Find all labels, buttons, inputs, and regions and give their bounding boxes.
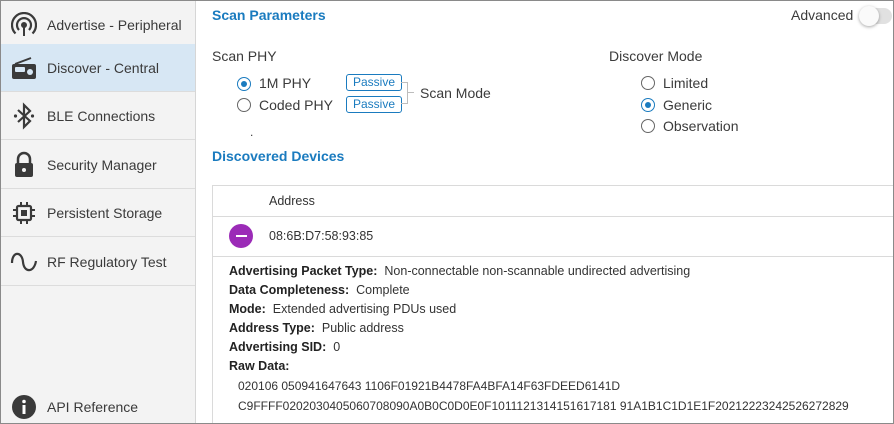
detail-value: Non-connectable non-scannable undirected… [384, 264, 691, 278]
table-row[interactable]: 08:6B:D7:58:93:85 [213, 217, 893, 257]
app-window: Advertise - Peripheral Discover - Centra… [0, 0, 894, 424]
sidebar-item-label: RF Regulatory Test [47, 253, 167, 270]
detail-key: Advertising Packet Type: [229, 264, 378, 278]
advanced-toggle[interactable] [859, 6, 892, 26]
radio-observation-label[interactable]: Observation [663, 118, 738, 134]
radio-generic[interactable] [641, 98, 655, 112]
detail-data-completeness: Data Completeness: Complete [229, 283, 410, 297]
discovered-devices-title: Discovered Devices [212, 148, 345, 164]
raw-data-line-1: 020106 050941647643 1106F01921B4478FA4BF… [238, 379, 621, 393]
sidebar-item-label: API Reference [47, 399, 139, 415]
sidebar-item-label: Advertise - Peripheral [47, 16, 182, 33]
detail-key: Data Completeness: [229, 283, 350, 297]
dot-mark: . [250, 125, 254, 139]
sidebar-item-discover-central[interactable]: Discover - Central [1, 44, 195, 92]
device-address: 08:6B:D7:58:93:85 [269, 229, 374, 243]
radio-1m-phy[interactable] [237, 77, 251, 91]
scan-mode-connector [408, 92, 414, 93]
discover-mode-label: Discover Mode [609, 48, 703, 64]
sidebar-item-label: Persistent Storage [47, 204, 163, 221]
chip-icon [1, 189, 47, 237]
minus-icon [235, 235, 247, 237]
detail-packet-type: Advertising Packet Type: Non-connectable… [229, 264, 690, 278]
main-panel: Scan Parameters Advanced Scan PHY 1M PHY… [197, 1, 893, 423]
detail-value: 0 [333, 340, 341, 354]
scan-mode-label: Scan Mode [420, 85, 491, 101]
passive-badge-coded: Passive [346, 96, 403, 113]
detail-raw-data-label: Raw Data: [229, 359, 289, 373]
radio-limited[interactable] [641, 76, 655, 90]
sidebar-item-label: BLE Connections [47, 107, 156, 124]
radio-coded-phy-label[interactable]: Coded PHY [259, 97, 333, 113]
sidebar-item-rf-regulatory-test[interactable]: RF Regulatory Test [1, 238, 195, 286]
passive-badge-1m: Passive [346, 74, 403, 91]
detail-advertising-sid: Advertising SID: 0 [229, 340, 340, 354]
detail-key: Mode: [229, 302, 266, 316]
address-column-header: Address [269, 194, 315, 208]
radio-limited-label[interactable]: Limited [663, 75, 708, 91]
sidebar-item-api-reference[interactable]: API Reference [1, 387, 195, 423]
detail-key: Advertising SID: [229, 340, 327, 354]
detail-key: Raw Data: [229, 359, 290, 373]
radio-coded-phy[interactable] [237, 98, 251, 112]
scan-phy-label: Scan PHY [212, 48, 277, 64]
sidebar-item-persistent-storage[interactable]: Persistent Storage [1, 189, 195, 237]
detail-value: Public address [321, 321, 404, 335]
toggle-knob [859, 6, 879, 26]
detail-value: Complete [356, 283, 410, 297]
info-icon [1, 383, 47, 423]
sine-wave-icon [1, 238, 47, 286]
radio-observation[interactable] [641, 119, 655, 133]
sidebar-item-advertise-peripheral[interactable]: Advertise - Peripheral [1, 1, 195, 49]
collapse-row-button[interactable] [229, 224, 253, 248]
devices-table: Address 08:6B:D7:58:93:85 Advertising Pa… [212, 185, 893, 423]
bluetooth-icon [1, 92, 47, 140]
sidebar: Advertise - Peripheral Discover - Centra… [1, 1, 196, 423]
sidebar-item-label: Security Manager [47, 156, 157, 173]
sidebar-item-label: Discover - Central [47, 59, 160, 76]
sidebar-item-security-manager[interactable]: Security Manager [1, 141, 195, 189]
scan-parameters-title: Scan Parameters [212, 7, 326, 23]
detail-key: Address Type: [229, 321, 315, 335]
detail-mode: Mode: Extended advertising PDUs used [229, 302, 456, 316]
scan-mode-bracket [401, 82, 408, 104]
table-header: Address [213, 186, 893, 217]
radio-generic-label[interactable]: Generic [663, 97, 712, 113]
detail-value: Extended advertising PDUs used [272, 302, 457, 316]
radio-device-icon [1, 44, 47, 92]
detail-address-type: Address Type: Public address [229, 321, 404, 335]
broadcast-icon [1, 1, 47, 49]
radio-1m-phy-label[interactable]: 1M PHY [259, 75, 311, 91]
advanced-label: Advanced [791, 7, 854, 23]
sidebar-item-ble-connections[interactable]: BLE Connections [1, 92, 195, 140]
lock-icon [1, 141, 47, 189]
raw-data-line-2: C9FFFF0202030405060708090A0B0C0D0E0F1011… [238, 399, 849, 413]
